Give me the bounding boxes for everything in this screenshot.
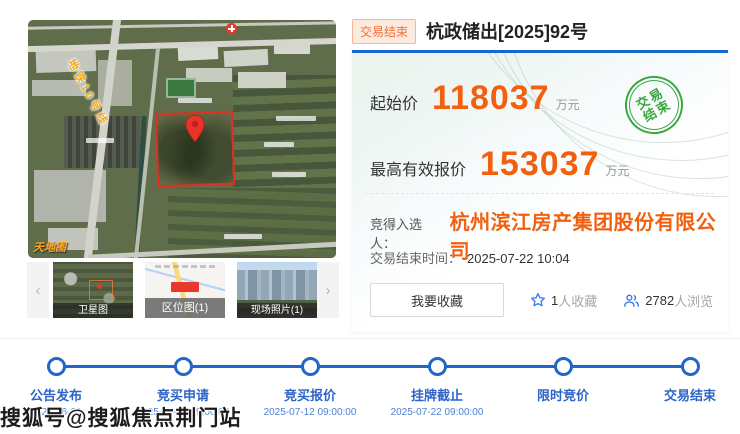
map-label-placeholder (86, 138, 114, 143)
highest-bid-row: 最高有效报价 153037 万元 (370, 145, 630, 184)
chevron-right-icon: › (325, 281, 331, 299)
start-price-row: 起始价 118037 万元 (370, 79, 580, 118)
map-road (28, 21, 336, 30)
thumbnail-satellite[interactable]: 卫星图 (53, 262, 133, 318)
highest-bid-label: 最高有效报价 (370, 162, 467, 179)
timeline-step-bid: 竞买报价 2025-07-12 09:00:00 (245, 357, 375, 419)
listing-header: 交易结束 杭政储出[2025]92号 (352, 18, 728, 44)
timeline-step-closed: 交易结束 (625, 357, 740, 419)
end-time-value: 2025-07-22 10:04 (467, 251, 570, 266)
status-badge: 交易结束 (352, 18, 417, 44)
satellite-map[interactable]: 地铁10号线 天地图 (28, 20, 336, 258)
map-building (238, 72, 286, 88)
favorite-count-stat[interactable]: 1 人收藏 (530, 291, 597, 310)
page-title: 杭政储出[2025]92号 (426, 22, 589, 42)
thumbnail-label: 现场照片(1) (237, 303, 317, 318)
view-suffix: 人浏览 (674, 293, 714, 309)
thumbnail-location-map[interactable]: 区位图(1) (145, 262, 225, 318)
map-label-placeholder (272, 172, 306, 177)
timeline-node (46, 357, 66, 376)
thumbnail-label: 卫星图 (53, 303, 133, 318)
map-label-placeholder (264, 142, 294, 147)
timeline-node (553, 357, 573, 376)
action-row: 我要收藏 1 人收藏 2782 人浏览 (370, 283, 716, 317)
timeline-step-deadline: 挂牌截止 2025-07-22 09:00:00 (372, 357, 502, 419)
users-icon (624, 294, 640, 307)
map-provider-watermark: 天地图 (33, 242, 66, 254)
highest-bid-value: 153037 (480, 145, 600, 183)
map-label-placeholder (178, 98, 212, 103)
timeline-node (173, 357, 193, 376)
deal-card: 起始价 118037 万元 最高有效报价 153037 万元 交易 结束 竞得入… (352, 50, 728, 332)
thumbnail-label: 区位图(1) (145, 298, 225, 318)
price-unit: 万元 (605, 164, 630, 178)
map-pin-icon (185, 114, 205, 143)
favorite-suffix: 人收藏 (558, 293, 598, 309)
hospital-cross-icon (226, 23, 237, 34)
winner-label: 竞得入选人： (370, 217, 423, 251)
map-label-placeholder (224, 234, 262, 239)
chevron-left-icon: ‹ (35, 281, 41, 299)
divider (366, 193, 714, 194)
start-price-value: 118037 (432, 79, 550, 117)
timeline-node (300, 357, 320, 376)
timeline-step-limited-bidding: 限时竞价 (498, 357, 628, 419)
map-building (223, 48, 269, 68)
view-count: 2782 (645, 292, 675, 308)
start-price-label: 起始价 (370, 96, 419, 113)
timeline-node (427, 357, 447, 376)
favorite-button[interactable]: 我要收藏 (370, 283, 504, 317)
price-unit: 万元 (555, 98, 580, 112)
favorite-count: 1 (551, 292, 559, 308)
map-sports-field (166, 78, 196, 98)
end-time-row: 交易结束时间： 2025-07-22 10:04 (370, 248, 570, 267)
end-time-label: 交易结束时间： (370, 251, 462, 266)
view-count-stat: 2782 人浏览 (623, 291, 713, 310)
gallery-next-button[interactable]: › (317, 262, 339, 318)
gallery-thumbnails: ‹ 卫星图 区位图(1) 现场照片(1) › (27, 262, 339, 318)
land-auction-page: 地铁10号线 天地图 ‹ 卫星图 区位图(1) 现场照片(1) › 交易结束 杭… (0, 0, 740, 434)
timeline-node (680, 357, 700, 376)
star-icon (531, 293, 545, 307)
map-label-placeholder (276, 116, 316, 121)
gallery-prev-button[interactable]: ‹ (27, 262, 49, 318)
watermark: 搜狐号@搜狐焦点荆门站 (0, 407, 242, 430)
thumbnail-site-photo[interactable]: 现场照片(1) (237, 262, 317, 318)
